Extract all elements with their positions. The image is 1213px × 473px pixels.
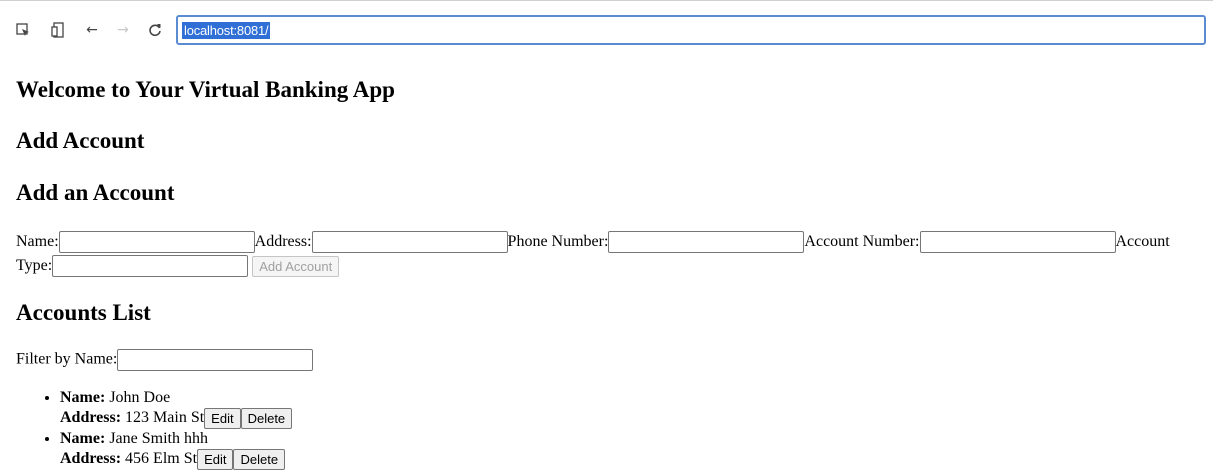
accounts-list-heading: Accounts List (16, 300, 151, 325)
phone-label: Phone Number: (507, 233, 609, 250)
account-name-line: Name: Jane Smith hhh (60, 429, 292, 449)
page-title: Welcome to Your Virtual Banking App (16, 77, 395, 102)
address-label: Address: (254, 233, 312, 250)
address-field-label: Address: (60, 450, 122, 468)
accounts-list: Name: John Doe Address: 123 Main StEditD… (0, 388, 293, 470)
filter-name-input[interactable] (117, 349, 314, 371)
address-input[interactable] (311, 231, 508, 254)
address-field-label: Address: (60, 409, 122, 427)
account-name: Jane Smith hhh (109, 430, 208, 447)
filter-row: Filter by Name: (16, 349, 314, 371)
name-label: Name: (16, 233, 59, 250)
account-number-label: Account Number: (804, 233, 920, 250)
account-address-line: Address: 123 Main St Edit Delete (60, 408, 293, 429)
account-type-input[interactable] (52, 255, 249, 278)
form-heading: Add an Account (16, 180, 175, 205)
browser-toolbar: ← → localhost:8081/ (0, 0, 1213, 61)
account-name: John Doe (109, 389, 171, 406)
list-item: Name: John Doe Address: 123 Main StEditD… (60, 388, 293, 429)
delete-button[interactable]: Delete (240, 408, 293, 429)
device-toggle-icon[interactable] (49, 21, 67, 39)
reload-icon[interactable] (146, 21, 164, 39)
section-heading-add-account: Add Account (16, 128, 145, 153)
back-arrow-icon[interactable]: ← (83, 21, 101, 39)
name-field-label: Name: (60, 389, 106, 406)
delete-button[interactable]: Delete (233, 449, 286, 470)
account-address: 123 Main St (125, 409, 205, 427)
name-input[interactable] (58, 231, 255, 254)
add-account-form: Name: Address: Phone Number: Account Number… (16, 230, 1209, 278)
phone-input[interactable] (608, 231, 805, 254)
inspect-icon[interactable] (14, 21, 32, 39)
account-address: 456 Elm St (125, 450, 198, 468)
filter-label: Filter by Name: (16, 350, 118, 368)
edit-button[interactable]: Edit (204, 408, 241, 429)
url-text: localhost:8081/ (182, 22, 271, 39)
account-name-line: Name: John Doe (60, 388, 292, 408)
list-item: Name: Jane Smith hhh Address: 456 Elm St… (60, 429, 292, 470)
account-number-input[interactable] (919, 231, 1116, 254)
forward-arrow-icon[interactable]: → (114, 21, 132, 39)
address-bar[interactable]: localhost:8081/ (176, 15, 1206, 45)
account-address-line: Address: 456 Elm St Edit Delete (60, 449, 292, 470)
name-field-label: Name: (60, 430, 106, 447)
edit-button[interactable]: Edit (197, 449, 234, 470)
add-account-button[interactable]: Add Account (252, 255, 340, 277)
